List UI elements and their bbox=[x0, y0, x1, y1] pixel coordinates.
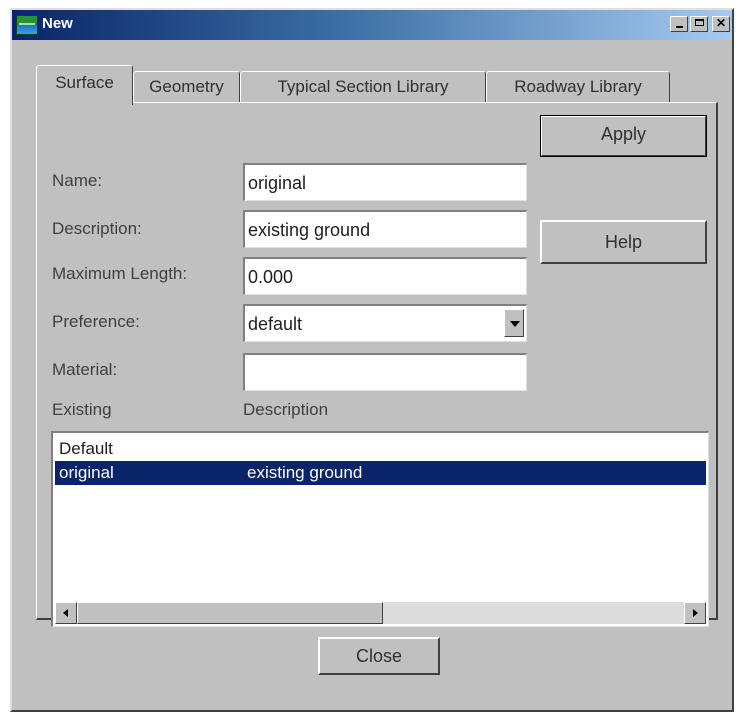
preference-value: default bbox=[248, 314, 303, 334]
tab-roadway-library[interactable]: Roadway Library bbox=[486, 71, 670, 102]
name-field[interactable]: original bbox=[243, 163, 527, 201]
surface-list[interactable]: Default original existing ground bbox=[51, 431, 709, 627]
tab-surface[interactable]: Surface bbox=[36, 65, 133, 105]
maximum-length-label: Maximum Length: bbox=[52, 264, 188, 283]
scrollbar-thumb[interactable] bbox=[77, 602, 383, 624]
chevron-down-icon[interactable] bbox=[504, 309, 524, 337]
title-bar[interactable]: New ✕ bbox=[12, 10, 732, 40]
list-item[interactable]: Default bbox=[55, 437, 706, 461]
close-icon[interactable]: ✕ bbox=[712, 16, 730, 32]
column-header-description: Description bbox=[243, 400, 329, 419]
maximum-length-field[interactable]: 0.000 bbox=[243, 257, 527, 295]
preference-label: Preference: bbox=[52, 312, 140, 331]
apply-button[interactable]: Apply bbox=[540, 115, 707, 157]
window-title: New bbox=[42, 15, 73, 32]
preference-select[interactable]: default bbox=[243, 304, 527, 342]
list-item-selected[interactable]: original existing ground bbox=[55, 461, 706, 485]
list-item-existing: Default bbox=[59, 439, 113, 458]
list-item-description: existing ground bbox=[247, 463, 363, 482]
description-field[interactable]: existing ground bbox=[243, 210, 527, 248]
app-terrain-icon bbox=[16, 15, 38, 35]
tab-geometry[interactable]: Geometry bbox=[133, 71, 240, 102]
material-field[interactable] bbox=[243, 353, 527, 391]
tab-typical-section-library[interactable]: Typical Section Library bbox=[240, 71, 486, 102]
horizontal-scrollbar[interactable] bbox=[55, 602, 706, 624]
column-header-existing: Existing bbox=[52, 400, 112, 419]
scroll-left-icon[interactable] bbox=[55, 602, 77, 624]
help-button[interactable]: Help bbox=[540, 220, 707, 264]
maximize-icon[interactable] bbox=[690, 16, 708, 32]
description-label: Description: bbox=[52, 219, 142, 238]
scroll-right-icon[interactable] bbox=[684, 602, 706, 624]
name-label: Name: bbox=[52, 171, 103, 190]
list-item-existing: original bbox=[59, 463, 114, 482]
material-label: Material: bbox=[52, 360, 118, 379]
minimize-icon[interactable] bbox=[670, 16, 688, 32]
close-button[interactable]: Close bbox=[318, 637, 440, 675]
